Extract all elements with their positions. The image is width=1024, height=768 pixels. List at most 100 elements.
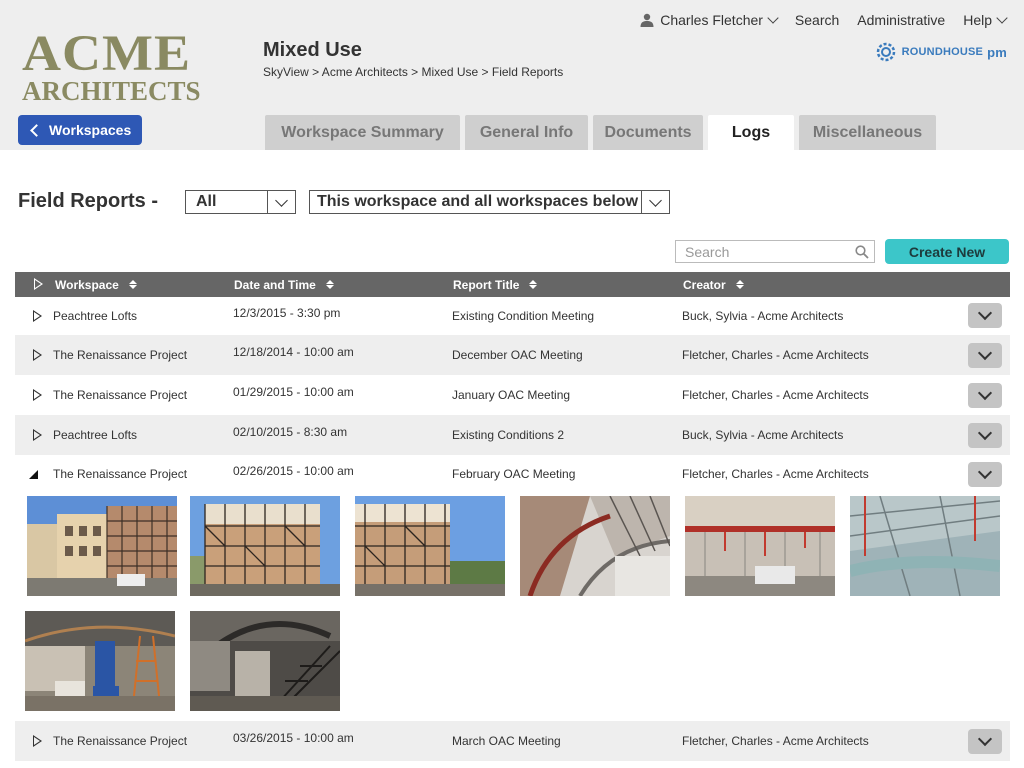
table-header: Workspace Date and Time Report Title Cre…	[15, 272, 1010, 297]
workspace-scope-value: This workspace and all workspaces below	[317, 193, 639, 210]
tab-general-info[interactable]: General Info	[465, 115, 588, 150]
cell-workspace[interactable]: The Renaissance Project	[53, 721, 187, 761]
table-row[interactable]: Peachtree Lofts 02/10/2015 - 8:30 am Exi…	[15, 415, 1010, 455]
expand-row-icon[interactable]	[33, 349, 42, 361]
sort-icon	[735, 280, 744, 289]
photo-thumbnail[interactable]	[27, 496, 177, 596]
column-header-report-title[interactable]: Report Title	[453, 272, 538, 297]
cell-creator: Fletcher, Charles - Acme Architects	[682, 388, 869, 402]
user-icon	[640, 13, 654, 27]
table-row[interactable]: The Renaissance Project 12/18/2014 - 10:…	[15, 335, 1010, 375]
cell-report-title[interactable]: Existing Condition Meeting	[452, 297, 594, 335]
chevron-down-icon	[977, 464, 993, 480]
roundhouse-gear-icon	[876, 42, 895, 62]
breadcrumb: SkyView > Acme Architects > Mixed Use > …	[263, 65, 564, 79]
building-scaffolding-photo	[190, 496, 340, 596]
row-actions-button[interactable]	[968, 462, 1002, 487]
report-photos	[15, 494, 1010, 720]
workspace-scope-select[interactable]: This workspace and all workspaces below	[309, 190, 670, 214]
photo-thumbnail[interactable]	[850, 496, 1000, 596]
report-type-value: All	[196, 193, 217, 210]
chevron-down-icon	[641, 191, 669, 213]
cell-report-title[interactable]: Existing Conditions 2	[452, 415, 564, 455]
photo-thumbnail[interactable]	[685, 496, 835, 596]
acme-architects-logo[interactable]: ACME ARCHITECTS	[22, 26, 201, 105]
cell-report-title[interactable]: January OAC Meeting	[452, 375, 570, 415]
chevron-down-icon	[977, 731, 993, 747]
photo-thumbnail[interactable]	[190, 611, 340, 711]
chevron-down-icon	[767, 12, 779, 24]
interior-stairs-photo	[190, 611, 340, 711]
help-menu[interactable]: Help	[963, 12, 1008, 28]
sort-icon	[325, 280, 334, 289]
workspaces-back-label: Workspaces	[49, 122, 132, 138]
photo-thumbnail[interactable]	[520, 496, 670, 596]
cell-date-time: 02/10/2015 - 8:30 am	[233, 425, 348, 439]
report-type-select[interactable]: All	[185, 190, 296, 214]
collapse-row-icon[interactable]	[29, 470, 38, 479]
tab-miscellaneous[interactable]: Miscellaneous	[799, 115, 936, 150]
cell-date-time: 01/29/2015 - 10:00 am	[233, 385, 354, 399]
row-actions-button[interactable]	[968, 383, 1002, 408]
photo-thumbnail[interactable]	[190, 496, 340, 596]
expand-row-icon[interactable]	[33, 389, 42, 401]
user-name: Charles Fletcher	[660, 12, 763, 28]
cell-date-time: 12/18/2014 - 10:00 am	[233, 345, 354, 359]
expand-row-icon[interactable]	[33, 310, 42, 322]
building-corner-photo	[355, 496, 505, 596]
table-row[interactable]: Peachtree Lofts 12/3/2015 - 3:30 pm Exis…	[15, 297, 1010, 335]
cell-workspace[interactable]: The Renaissance Project	[53, 375, 187, 415]
photo-thumbnail[interactable]	[355, 496, 505, 596]
cell-date-time: 02/26/2015 - 10:00 am	[233, 464, 354, 478]
photo-thumbnail[interactable]	[25, 611, 175, 711]
interior-ductwork-photo	[850, 496, 1000, 596]
tab-logs[interactable]: Logs	[708, 115, 794, 150]
user-menu[interactable]: Charles Fletcher	[640, 12, 779, 28]
expand-row-icon[interactable]	[33, 735, 42, 747]
row-actions-button[interactable]	[968, 343, 1002, 368]
chevron-down-icon	[977, 385, 993, 401]
search-link[interactable]: Search	[795, 12, 839, 28]
section-title: Field Reports -	[18, 190, 159, 212]
expand-all-icon[interactable]	[34, 278, 43, 290]
row-actions-button[interactable]	[968, 303, 1002, 328]
cell-report-title[interactable]: March OAC Meeting	[452, 721, 561, 761]
tab-workspace-summary[interactable]: Workspace Summary	[265, 115, 460, 150]
sort-icon	[128, 280, 137, 289]
chevron-down-icon	[996, 12, 1008, 24]
row-actions-button[interactable]	[968, 729, 1002, 754]
search-icon[interactable]	[855, 245, 869, 259]
cell-workspace[interactable]: Peachtree Lofts	[53, 297, 137, 335]
table-row[interactable]: The Renaissance Project 03/26/2015 - 10:…	[15, 721, 1010, 761]
cell-workspace[interactable]: Peachtree Lofts	[53, 415, 137, 455]
table-row-expanded[interactable]: The Renaissance Project 02/26/2015 - 10:…	[15, 455, 1010, 493]
sort-icon	[529, 280, 538, 289]
cell-date-time: 12/3/2015 - 3:30 pm	[233, 306, 341, 320]
tab-documents[interactable]: Documents	[593, 115, 703, 150]
search-field	[675, 240, 875, 263]
chevron-down-icon	[977, 425, 993, 441]
column-header-creator[interactable]: Creator	[683, 272, 744, 297]
create-new-button[interactable]: Create New	[885, 239, 1009, 264]
row-actions-button[interactable]	[968, 423, 1002, 448]
app-header: ACME ARCHITECTS Mixed Use SkyView > Acme…	[0, 0, 1024, 150]
cell-creator: Buck, Sylvia - Acme Architects	[682, 428, 844, 442]
table-row[interactable]: The Renaissance Project 01/29/2015 - 10:…	[15, 375, 1010, 415]
building-exterior-photo	[27, 496, 177, 596]
search-input[interactable]	[685, 243, 845, 260]
chevron-left-icon	[30, 123, 43, 137]
workspace-tabs: Workspace Summary General Info Documents…	[265, 115, 936, 150]
interior-ceiling-photo	[520, 496, 670, 596]
cell-creator: Buck, Sylvia - Acme Architects	[682, 309, 844, 323]
help-label: Help	[963, 12, 992, 28]
cell-workspace[interactable]: The Renaissance Project	[53, 335, 187, 375]
interior-sprinkler-photo	[685, 496, 835, 596]
administrative-link[interactable]: Administrative	[857, 12, 945, 28]
cell-report-title[interactable]: February OAC Meeting	[452, 455, 575, 493]
cell-date-time: 03/26/2015 - 10:00 am	[233, 731, 354, 745]
cell-workspace[interactable]: The Renaissance Project	[53, 455, 187, 493]
column-header-workspace[interactable]: Workspace	[55, 272, 137, 297]
expand-row-icon[interactable]	[33, 429, 42, 441]
cell-report-title[interactable]: December OAC Meeting	[452, 335, 583, 375]
workspaces-back-button[interactable]: Workspaces	[18, 115, 142, 145]
